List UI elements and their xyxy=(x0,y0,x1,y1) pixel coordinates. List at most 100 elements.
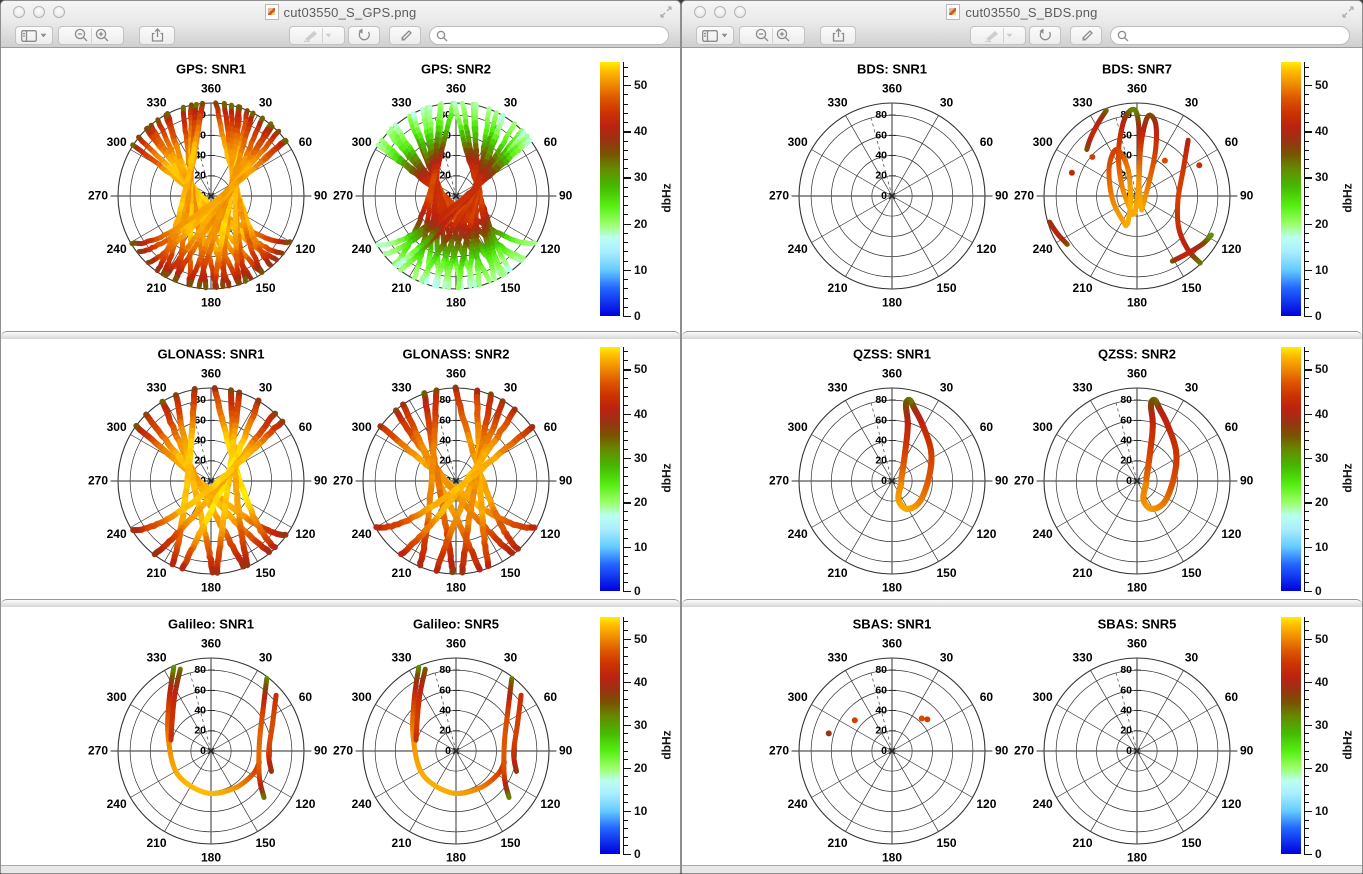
rotate-left-button[interactable] xyxy=(348,26,380,45)
titlebar[interactable]: cut03550_S_GPS.png xyxy=(1,1,680,23)
colorbar-tick-label: 10 xyxy=(634,804,647,818)
fullscreen-icon[interactable] xyxy=(660,6,672,18)
colorbar: 01020304050dbHz xyxy=(1267,347,1363,597)
colorbar-gradient xyxy=(600,347,620,591)
titlebar[interactable]: cut03550_S_BDS.png xyxy=(682,1,1362,23)
colorbar-minor-tick xyxy=(1304,845,1309,846)
colorbar-minor-tick xyxy=(1304,422,1309,423)
colorbar-minor-tick xyxy=(1304,378,1309,379)
chevron-down-icon xyxy=(40,33,47,38)
zoom-in-icon[interactable] xyxy=(94,28,110,43)
colorbar-minor-tick xyxy=(1304,122,1309,123)
colorbar-minor-tick xyxy=(1304,621,1309,622)
colorbar-minor-tick xyxy=(623,511,628,512)
colorbar-minor-tick xyxy=(1304,699,1309,700)
chevron-down-icon xyxy=(325,33,332,38)
colorbar-major-tick xyxy=(1304,725,1312,726)
sidebar-view-button[interactable] xyxy=(696,26,734,45)
preview-window-gps: cut03550_S_GPS.png xyxy=(0,0,681,874)
share-button[interactable] xyxy=(820,26,856,45)
stacked-window-top-edge xyxy=(1,599,680,607)
rotate-left-button[interactable] xyxy=(1029,26,1061,45)
colorbar-tick-label: 40 xyxy=(1315,124,1328,138)
colorbar-minor-tick xyxy=(623,794,628,795)
divider xyxy=(91,28,92,43)
colorbar: 01020304050dbHz xyxy=(1267,617,1363,860)
fullscreen-icon[interactable] xyxy=(1342,6,1354,18)
zoom-in-icon[interactable] xyxy=(775,28,791,43)
colorbar-tick-label: 40 xyxy=(634,407,647,421)
colorbar-minor-tick xyxy=(623,485,628,486)
colorbar-axis xyxy=(1304,347,1305,591)
colorbar-unit-label: dbHz xyxy=(660,184,674,213)
colorbar-minor-tick xyxy=(1304,673,1309,674)
colorbar-minor-tick xyxy=(1304,104,1309,105)
colorbar-tick-label: 20 xyxy=(634,495,647,509)
colorbar-minor-tick xyxy=(623,582,628,583)
skyplot-bds-snr1 xyxy=(767,56,1017,309)
colorbar-minor-tick xyxy=(623,673,628,674)
search-input[interactable] xyxy=(1129,29,1333,43)
divider xyxy=(772,28,773,43)
colorbar-major-tick xyxy=(1304,768,1312,769)
colorbar-minor-tick xyxy=(1304,820,1309,821)
colorbar-minor-tick xyxy=(623,467,628,468)
skyplot-sbas-snr5 xyxy=(1012,611,1262,864)
skyplot-glonass-snr1 xyxy=(86,341,336,594)
colorbar-minor-tick xyxy=(1304,351,1309,352)
plot-row: 01020304050dbHz xyxy=(1,339,680,599)
zoom-out-icon[interactable] xyxy=(754,28,770,43)
markup-button[interactable] xyxy=(970,26,1026,45)
colorbar-tick-label: 30 xyxy=(1315,451,1328,465)
edit-button[interactable] xyxy=(1070,26,1102,45)
window-bottom-edge xyxy=(682,865,1362,873)
colorbar-minor-tick xyxy=(623,298,628,299)
colorbar-minor-tick xyxy=(623,707,628,708)
colorbar-major-tick xyxy=(1304,502,1312,503)
colorbar-minor-tick xyxy=(623,751,628,752)
colorbar-major-tick xyxy=(623,854,631,855)
colorbar-minor-tick xyxy=(623,476,628,477)
colorbar-tick-label: 50 xyxy=(1315,362,1328,376)
search-field[interactable] xyxy=(1110,26,1350,45)
chevron-down-icon xyxy=(721,33,728,38)
markup-button[interactable] xyxy=(289,26,345,45)
colorbar-major-tick xyxy=(623,591,631,592)
colorbar-minor-tick xyxy=(623,159,628,160)
colorbar-minor-tick xyxy=(623,664,628,665)
toolbar xyxy=(682,23,1362,48)
colorbar-major-tick xyxy=(623,725,631,726)
plot-row: 01020304050dbHz xyxy=(682,48,1362,331)
colorbar-minor-tick xyxy=(1304,449,1309,450)
colorbar-minor-tick xyxy=(623,113,628,114)
colorbar-tick-label: 50 xyxy=(634,632,647,646)
colorbar-minor-tick xyxy=(1304,647,1309,648)
colorbar-minor-tick xyxy=(623,785,628,786)
sidebar-view-button[interactable] xyxy=(15,26,53,45)
colorbar-minor-tick xyxy=(623,422,628,423)
search-input[interactable] xyxy=(448,29,652,43)
colorbar-tick-label: 0 xyxy=(1315,584,1322,598)
colorbar-minor-tick xyxy=(1304,538,1309,539)
colorbar-minor-tick xyxy=(1304,467,1309,468)
share-button[interactable] xyxy=(139,26,175,45)
colorbar-tick-label: 40 xyxy=(1315,675,1328,689)
colorbar-minor-tick xyxy=(623,405,628,406)
colorbar-minor-tick xyxy=(623,845,628,846)
search-icon xyxy=(436,30,448,42)
colorbar-minor-tick xyxy=(1304,716,1309,717)
colorbar-tick-label: 20 xyxy=(1315,761,1328,775)
colorbar-minor-tick xyxy=(623,104,628,105)
colorbar-minor-tick xyxy=(623,837,628,838)
edit-button[interactable] xyxy=(389,26,421,45)
colorbar-major-tick xyxy=(1304,177,1312,178)
colorbar-minor-tick xyxy=(1304,159,1309,160)
search-field[interactable] xyxy=(429,26,669,45)
colorbar-minor-tick xyxy=(1304,288,1309,289)
search-icon xyxy=(1117,30,1129,42)
zoom-button-group xyxy=(739,26,805,45)
colorbar-major-tick xyxy=(623,369,631,370)
colorbar-minor-tick xyxy=(623,630,628,631)
colorbar: 01020304050dbHz xyxy=(1267,62,1363,322)
zoom-out-icon[interactable] xyxy=(73,28,89,43)
